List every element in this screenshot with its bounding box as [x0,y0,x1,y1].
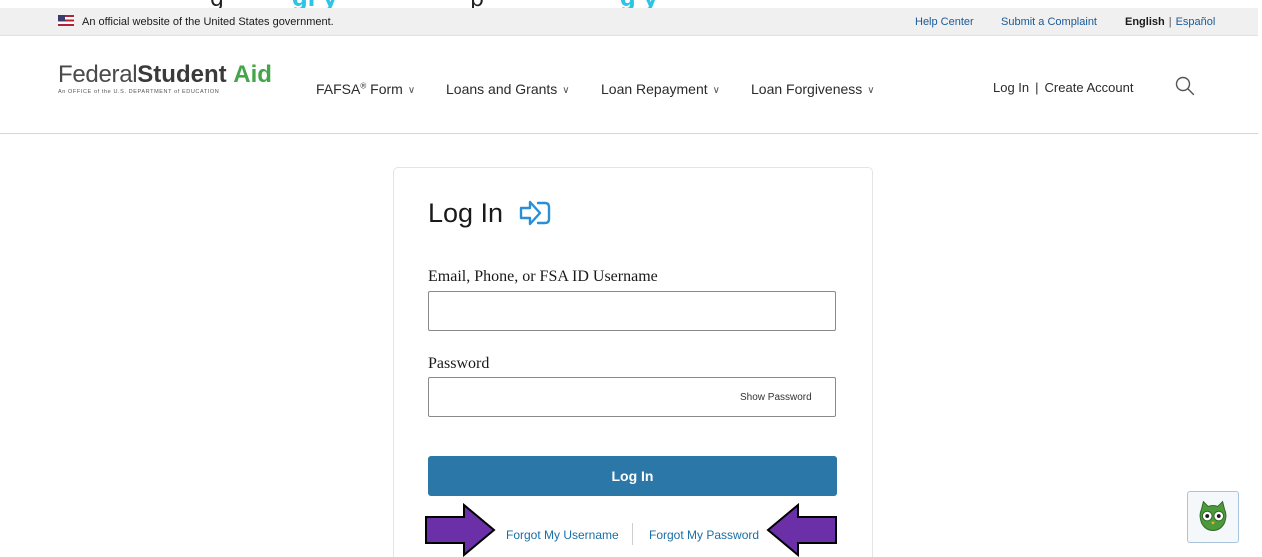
chat-widget-button[interactable] [1187,491,1239,543]
help-center-link[interactable]: Help Center [915,16,974,28]
log-in-button[interactable]: Log In [428,456,837,496]
caption-part-c: p [470,0,484,8]
show-password-toggle[interactable]: Show Password [740,392,812,403]
site-header: FederalStudent Aid An OFFICE of the U.S.… [0,36,1258,134]
username-label: Email, Phone, or FSA ID Username [428,268,658,285]
forgot-links-divider [632,523,633,545]
right-pointing-arrow-icon [425,503,496,557]
password-label: Password [428,355,490,372]
nav-loan-repayment-label: Loan Repayment [601,81,708,97]
create-account-link[interactable]: Create Account [1045,80,1134,95]
chevron-down-icon: ∨ [867,85,875,96]
caption-part-b: gi y [292,0,337,8]
language-separator: | [1168,16,1172,28]
forgot-username-link[interactable]: Forgot My Username [506,528,619,542]
nav-loans-and-grants[interactable]: Loans and Grants ∨ [446,81,570,97]
username-input[interactable] [428,291,836,331]
caption-part-a: g [210,0,224,8]
auth-separator: | [1035,80,1039,95]
auth-links: Log In | Create Account [993,80,1133,95]
nav-fafsa-suffix: Form [366,81,403,97]
chevron-down-icon: ∨ [562,85,570,96]
owl-chat-icon [1199,500,1227,531]
nav-loans-grants-label: Loans and Grants [446,81,558,97]
header-log-in-link[interactable]: Log In [993,80,1029,95]
cropped-caption: g gi y p g y [0,0,1262,8]
nav-fafsa-form[interactable]: FAFSA® Form ∨ [316,81,415,97]
search-icon[interactable] [1175,76,1195,96]
language-spanish-link[interactable]: Español [1176,16,1216,28]
login-title: Log In [428,198,504,228]
fsa-logo[interactable]: FederalStudent Aid An OFFICE of the U.S.… [58,61,272,96]
forgot-password-link[interactable]: Forgot My Password [649,528,759,542]
nav-fafsa-label: FAFSA [316,81,361,97]
nav-loan-repayment[interactable]: Loan Repayment ∨ [601,81,720,97]
nav-loan-forgiveness-label: Loan Forgiveness [751,81,863,97]
language-english[interactable]: English [1125,16,1165,28]
logo-student: Student [137,61,227,88]
submit-complaint-link[interactable]: Submit a Complaint [1001,16,1097,28]
us-flag-icon [58,15,74,26]
chevron-down-icon: ∨ [407,85,416,96]
nav-loan-forgiveness[interactable]: Loan Forgiveness ∨ [751,81,875,97]
logo-aid: Aid [233,61,272,88]
gov-banner: An official website of the United States… [0,8,1258,36]
logo-federal: Federal [58,61,138,88]
logo-subtitle: An OFFICE of the U.S. DEPARTMENT of EDUC… [58,89,220,95]
left-pointing-arrow-icon [766,503,837,557]
caption-part-d: g y [620,0,658,8]
login-arrow-icon [519,200,551,226]
official-website-text: An official website of the United States… [82,16,334,28]
chevron-down-icon: ∨ [712,85,720,96]
language-switcher: English | Español [1125,16,1215,28]
login-card: Log In Email, Phone, or FSA ID Username … [393,167,873,557]
